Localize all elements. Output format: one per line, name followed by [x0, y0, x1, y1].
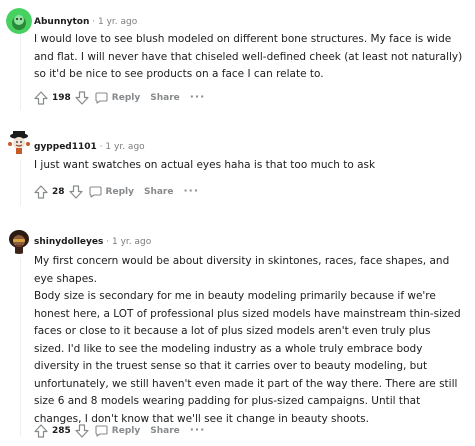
comment-bubble-icon [95, 92, 108, 104]
reply-button[interactable]: Reply [88, 186, 134, 198]
comment-bubble-icon [95, 425, 108, 437]
vote-score: 28 [52, 187, 65, 197]
timestamp[interactable]: 1 yr. ago [98, 17, 137, 27]
comment-meta: Abunnyton · 1 yr. ago [34, 16, 137, 28]
upvote-icon[interactable] [34, 91, 48, 105]
more-options-button[interactable]: ··· [190, 424, 206, 438]
more-options-button[interactable]: ··· [183, 185, 199, 199]
comment: gypped1101 · 1 yr. ago I just want swatc… [0, 115, 475, 210]
downvote-icon[interactable] [68, 185, 83, 199]
comment-body: I would love to see blush modeled on dif… [34, 31, 464, 84]
comment-actions: 28 Reply Share ··· [34, 183, 199, 201]
comment-meta: gypped1101 · 1 yr. ago [34, 141, 145, 153]
timestamp[interactable]: 1 yr. ago [112, 237, 151, 247]
downvote-icon[interactable] [75, 91, 89, 105]
share-button[interactable]: Share [150, 426, 180, 436]
reply-button[interactable]: Reply [95, 425, 140, 437]
comment-meta: shinydolleyes · 1 yr. ago [34, 236, 151, 248]
downvote-icon[interactable] [75, 424, 89, 438]
comment-body: My first concern would be about diversit… [34, 253, 464, 428]
comment-actions: 198 Reply Share ··· [34, 89, 205, 107]
vote-score: 285 [52, 426, 71, 436]
comment-paragraph: I would love to see blush modeled on dif… [34, 33, 463, 80]
avatar[interactable] [6, 129, 32, 155]
reply-button[interactable]: Reply [95, 92, 140, 104]
comment-bubble-icon [88, 186, 102, 198]
reply-label: Reply [111, 426, 141, 436]
share-button[interactable]: Share [150, 93, 180, 103]
more-options-button[interactable]: ··· [190, 91, 206, 105]
avatar[interactable] [6, 8, 32, 34]
comment-paragraph: Body size is secondary for me in beauty … [34, 290, 461, 425]
comment-paragraph: My first concern would be about diversit… [34, 255, 450, 285]
username[interactable]: gypped1101 [34, 142, 97, 152]
comment: shinydolleyes · 1 yr. ago My first conce… [0, 210, 475, 446]
meta-separator: · [99, 142, 103, 152]
meta-separator: · [92, 17, 96, 27]
comment: Abunnyton · 1 yr. ago I would love to se… [0, 0, 475, 115]
upvote-icon[interactable] [34, 424, 48, 438]
avatar[interactable] [6, 228, 32, 254]
username[interactable]: Abunnyton [34, 17, 89, 27]
upvote-icon[interactable] [34, 185, 48, 199]
reply-label: Reply [111, 93, 141, 103]
username[interactable]: shinydolleyes [34, 237, 103, 247]
comment-actions: 285 Reply Share ··· [34, 422, 205, 440]
meta-separator: · [106, 237, 110, 247]
share-button[interactable]: Share [144, 187, 174, 197]
comment-body: I just want swatches on actual eyes haha… [34, 157, 464, 175]
reply-label: Reply [105, 187, 134, 197]
timestamp[interactable]: 1 yr. ago [105, 142, 144, 152]
vote-score: 198 [52, 93, 71, 103]
comment-paragraph: I just want swatches on actual eyes haha… [34, 159, 376, 171]
